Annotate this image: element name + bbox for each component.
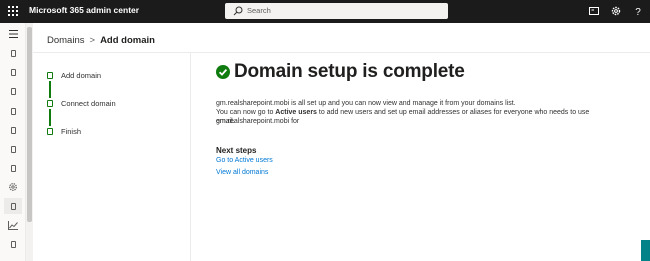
app-title[interactable]: Microsoft 365 admin center [29, 5, 139, 15]
step-connector [49, 81, 51, 98]
breadcrumb-separator: > [89, 35, 96, 46]
nav-scrollbar[interactable] [26, 23, 33, 261]
monitor-icon[interactable] [588, 5, 600, 17]
document-icon[interactable] [4, 236, 22, 252]
document-icon[interactable] [4, 103, 22, 119]
active-users-emphasis: Active users [275, 109, 317, 116]
waffle-icon[interactable] [8, 6, 18, 16]
step-connector [49, 109, 51, 126]
breadcrumb: Domains > Add domain [47, 35, 155, 46]
status-line: gm.realsharepoint.mobi is all set up and… [216, 100, 516, 107]
breadcrumb-current: Add domain [100, 35, 155, 46]
step-label-connect-domain[interactable]: Connect domain [61, 99, 116, 108]
search-placeholder: Search [247, 6, 271, 15]
success-check-icon [216, 65, 230, 79]
instructions-line-end: email. [216, 118, 235, 125]
document-icon[interactable] [4, 122, 22, 138]
help-icon[interactable]: ? [632, 5, 644, 17]
document-icon[interactable] [4, 64, 22, 80]
breadcrumb-domains-link[interactable]: Domains [47, 35, 85, 46]
instructions-prefix: You can now go to [216, 109, 276, 116]
step-marker-add-domain [47, 72, 53, 79]
title-row: Domain setup is complete [216, 61, 465, 83]
search-icon [233, 6, 243, 16]
search-box[interactable]: Search [225, 3, 448, 19]
document-icon[interactable] [4, 160, 22, 176]
left-nav-rail [0, 23, 26, 261]
page-title: Domain setup is complete [234, 61, 465, 82]
document-icon[interactable] [4, 83, 22, 99]
gear-icon[interactable] [610, 5, 622, 17]
next-steps-heading: Next steps [216, 146, 257, 155]
go-to-active-users-link[interactable]: Go to Active users [216, 157, 273, 164]
nav-scrollbar-thumb[interactable] [27, 27, 32, 222]
document-icon[interactable] [4, 198, 22, 214]
step-marker-connect-domain [47, 100, 53, 107]
steps-divider [190, 52, 191, 261]
help-chat-button[interactable] [641, 240, 650, 261]
top-bar: Microsoft 365 admin center Search ? [0, 0, 650, 23]
document-icon[interactable] [4, 141, 22, 157]
step-label-add-domain[interactable]: Add domain [61, 71, 101, 80]
step-marker-finish [47, 128, 53, 135]
document-icon[interactable] [4, 45, 22, 61]
svg-text:?: ? [635, 7, 641, 17]
header-divider [33, 52, 650, 53]
gear-icon[interactable] [4, 179, 22, 195]
menu-icon[interactable] [4, 26, 22, 42]
view-all-domains-link[interactable]: View all domains [216, 169, 268, 176]
chart-icon[interactable] [4, 217, 22, 233]
step-label-finish[interactable]: Finish [61, 127, 81, 136]
